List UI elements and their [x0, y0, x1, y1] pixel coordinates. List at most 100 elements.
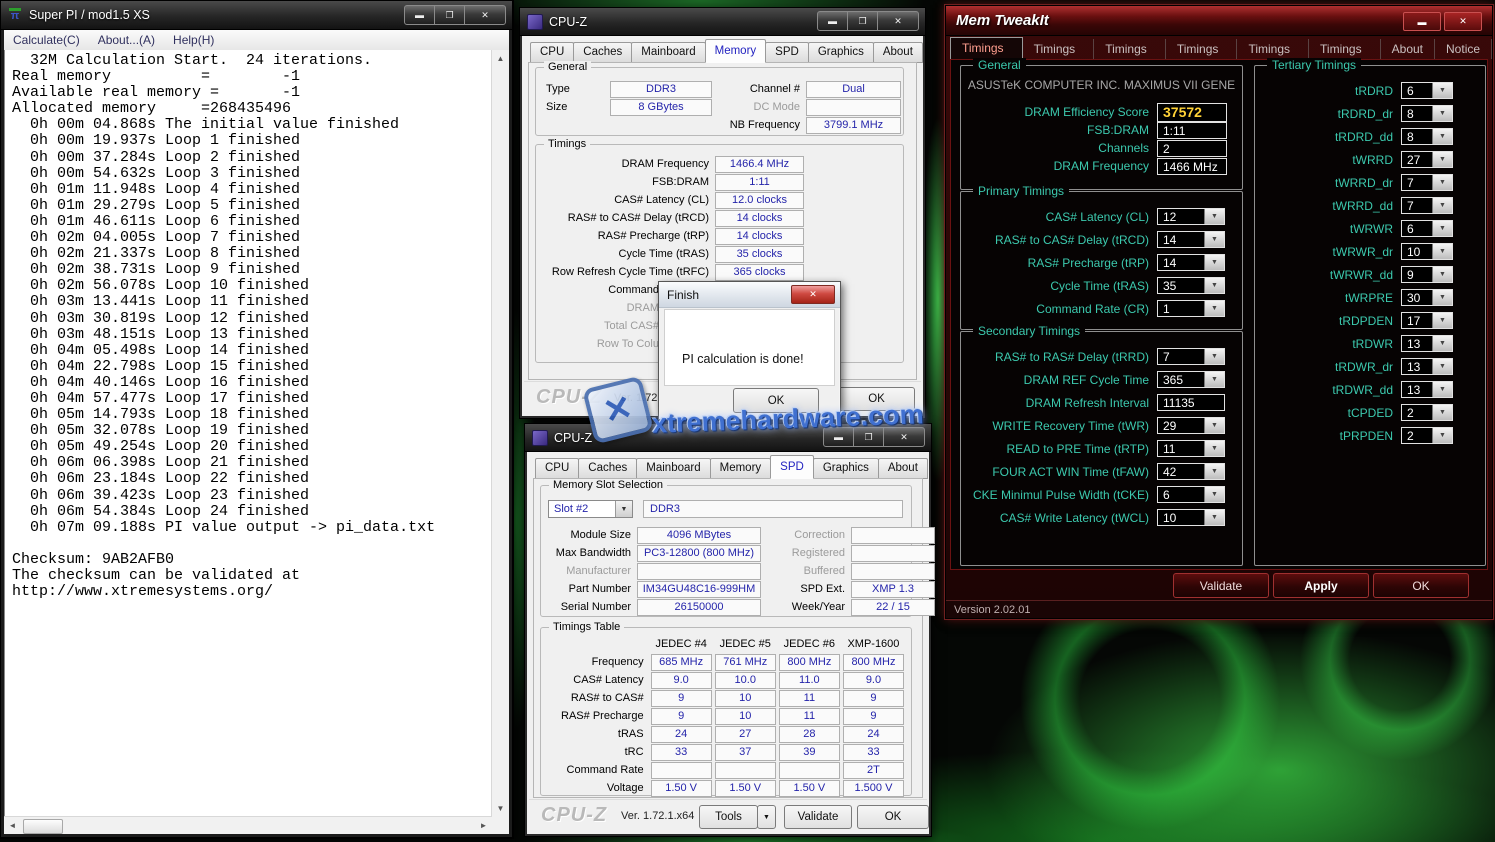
vertical-scrollbar[interactable]: ▲ ▼ [491, 50, 509, 817]
tab-caches[interactable]: Caches [578, 458, 637, 479]
close-button[interactable]: ✕ [877, 11, 919, 31]
dropdown-arrow-icon[interactable]: ▼ [1432, 198, 1452, 213]
minimize-button[interactable]: ▬ [823, 427, 854, 447]
value-combo[interactable]: 10▼ [1401, 243, 1453, 260]
value-combo[interactable]: 17▼ [1401, 312, 1453, 329]
tab-about[interactable]: About [878, 458, 928, 479]
dropdown-arrow-icon[interactable]: ▼ [1432, 336, 1452, 351]
maximize-button[interactable]: ❐ [853, 427, 884, 447]
tab-about[interactable]: About [1381, 39, 1435, 59]
finish-titlebar[interactable]: Finish ✕ [659, 282, 840, 308]
value-combo[interactable]: 13▼ [1401, 335, 1453, 352]
validate-button[interactable]: Validate [1173, 573, 1269, 598]
scroll-down-icon[interactable]: ▼ [492, 800, 509, 817]
dropdown-arrow-icon[interactable]: ▼ [1432, 290, 1452, 305]
scrollbar-thumb[interactable] [23, 819, 63, 834]
value-combo[interactable]: 29▼ [1157, 417, 1225, 434]
value-combo[interactable]: 13▼ [1401, 358, 1453, 375]
scroll-right-icon[interactable]: ► [475, 817, 492, 834]
value-combo[interactable]: 2▼ [1401, 404, 1453, 421]
tab-memory[interactable]: Memory [710, 458, 772, 479]
value-combo[interactable]: 14▼ [1157, 254, 1225, 271]
value-combo[interactable]: 30▼ [1401, 289, 1453, 306]
value-combo[interactable]: 12▼ [1157, 208, 1225, 225]
value-combo[interactable]: 42▼ [1157, 463, 1225, 480]
value-combo[interactable]: 14▼ [1157, 231, 1225, 248]
dropdown-arrow-icon[interactable]: ▼ [1432, 313, 1452, 328]
dropdown-arrow-icon[interactable]: ▼ [1432, 382, 1452, 397]
close-button[interactable]: ✕ [791, 285, 835, 304]
tab-cpu[interactable]: CPU [530, 42, 574, 63]
dropdown-arrow-icon[interactable]: ▼ [1204, 487, 1224, 502]
dropdown-arrow-icon[interactable]: ▼ [615, 501, 632, 517]
dropdown-arrow-icon[interactable]: ▼ [1432, 359, 1452, 374]
close-button[interactable]: ✕ [464, 5, 506, 25]
menu-item-2[interactable]: Help(H) [164, 33, 223, 47]
tab-memory[interactable]: Memory [705, 39, 767, 63]
dropdown-arrow-icon[interactable]: ▼ [1432, 267, 1452, 282]
dropdown-arrow-icon[interactable]: ▼ [1432, 129, 1452, 144]
close-button[interactable]: ✕ [1444, 12, 1482, 31]
tab-timings-3[interactable]: Timings #3 [1094, 39, 1166, 59]
dropdown-arrow-icon[interactable]: ▼ [1204, 232, 1224, 247]
tab-notice[interactable]: Notice [1435, 39, 1492, 59]
tab-timings-6[interactable]: Timings #6 [1309, 39, 1381, 59]
superpi-titlebar[interactable]: π Super PI / mod1.5 XS ▬ ❐ ✕ [1, 1, 512, 30]
value-combo[interactable]: 2▼ [1401, 427, 1453, 444]
tools-dropdown-icon[interactable]: ▼ [757, 805, 776, 829]
tools-button[interactable]: Tools [699, 805, 758, 829]
tab-timings-1[interactable]: Timings #1 [950, 37, 1023, 59]
value-combo[interactable]: 365▼ [1157, 371, 1225, 388]
value-combo[interactable]: 9▼ [1401, 266, 1453, 283]
dropdown-arrow-icon[interactable]: ▼ [1204, 441, 1224, 456]
tab-graphics[interactable]: Graphics [808, 42, 874, 63]
value-combo[interactable]: 6▼ [1157, 486, 1225, 503]
tab-caches[interactable]: Caches [573, 42, 632, 63]
value-combo[interactable]: 10▼ [1157, 509, 1225, 526]
dropdown-arrow-icon[interactable]: ▼ [1204, 301, 1224, 316]
dropdown-arrow-icon[interactable]: ▼ [1432, 428, 1452, 443]
menu-item-1[interactable]: About...(A) [89, 33, 164, 47]
value-combo[interactable]: 8▼ [1401, 105, 1453, 122]
tab-cpu[interactable]: CPU [535, 458, 579, 479]
maximize-button[interactable]: ❐ [847, 11, 878, 31]
tab-mainboard[interactable]: Mainboard [636, 458, 710, 479]
dropdown-arrow-icon[interactable]: ▼ [1432, 405, 1452, 420]
horizontal-scrollbar[interactable]: ◄ ► [4, 816, 492, 834]
minimize-button[interactable]: ▬ [817, 11, 848, 31]
apply-button[interactable]: Apply [1273, 573, 1369, 598]
dropdown-arrow-icon[interactable]: ▼ [1432, 152, 1452, 167]
dropdown-arrow-icon[interactable]: ▼ [1204, 209, 1224, 224]
tab-timings-2[interactable]: Timings #2 [1023, 39, 1095, 59]
dropdown-arrow-icon[interactable]: ▼ [1432, 83, 1452, 98]
dropdown-arrow-icon[interactable]: ▼ [1204, 464, 1224, 479]
close-button[interactable]: ✕ [883, 427, 925, 447]
maximize-button[interactable]: ❐ [434, 5, 465, 25]
value-combo[interactable]: 27▼ [1401, 151, 1453, 168]
menu-item-0[interactable]: Calculate(C) [4, 33, 89, 47]
value-combo[interactable]: 7▼ [1401, 174, 1453, 191]
dropdown-arrow-icon[interactable]: ▼ [1432, 106, 1452, 121]
tab-graphics[interactable]: Graphics [813, 458, 879, 479]
value-combo[interactable]: 7▼ [1157, 348, 1225, 365]
ok-button[interactable]: OK [1373, 573, 1469, 598]
scroll-up-icon[interactable]: ▲ [492, 50, 509, 67]
slot-select[interactable]: Slot #2 ▼ [548, 500, 633, 518]
tab-spd[interactable]: SPD [770, 455, 814, 479]
tab-spd[interactable]: SPD [765, 42, 809, 63]
value-combo[interactable]: 8▼ [1401, 128, 1453, 145]
ok-button[interactable]: OK [857, 805, 929, 829]
dropdown-arrow-icon[interactable]: ▼ [1432, 221, 1452, 236]
ok-button[interactable]: OK [838, 387, 915, 411]
tab-mainboard[interactable]: Mainboard [631, 42, 705, 63]
dropdown-arrow-icon[interactable]: ▼ [1204, 278, 1224, 293]
cpuz-memory-titlebar[interactable]: CPU-Z ▬ ❐ ✕ [520, 8, 925, 36]
memtweakit-titlebar[interactable]: Mem TweakIt ▬ ✕ [946, 6, 1492, 36]
value-combo[interactable]: 13▼ [1401, 381, 1453, 398]
ok-button[interactable]: OK [733, 388, 819, 413]
cpuz-spd-titlebar[interactable]: CPU-Z ▬ ❐ ✕ [525, 424, 931, 452]
dropdown-arrow-icon[interactable]: ▼ [1432, 175, 1452, 190]
tab-timings-4[interactable]: Timings #4 [1166, 39, 1238, 59]
value-combo[interactable]: 1▼ [1157, 300, 1225, 317]
tab-about[interactable]: About [873, 42, 923, 63]
